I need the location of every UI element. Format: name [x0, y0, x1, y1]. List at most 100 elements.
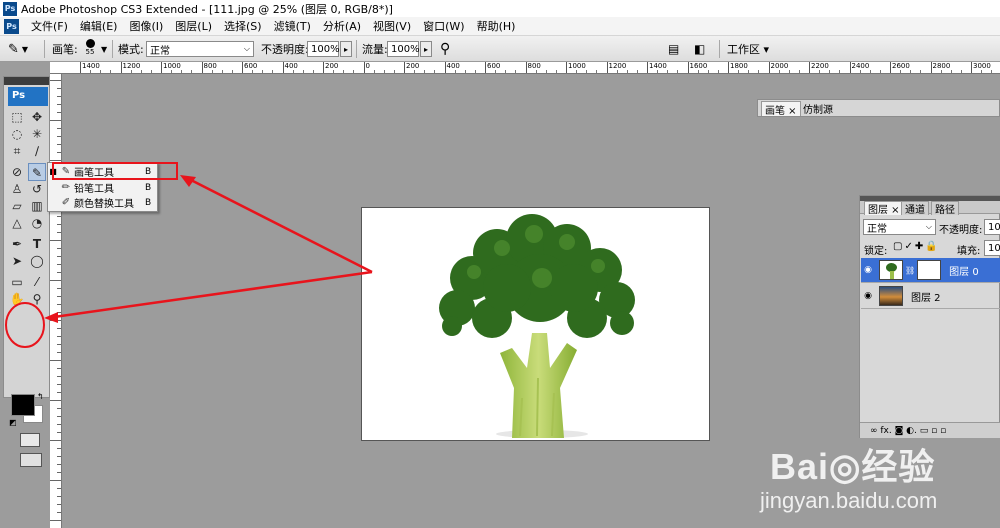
- menu-bar: Ps 文件(F) 编辑(E) 图像(I) 图层(L) 选择(S) 滤镜(T) 分…: [0, 17, 1000, 36]
- history-brush-tool-icon[interactable]: ↺: [28, 180, 46, 198]
- ruler-tick: [809, 62, 810, 73]
- ruler-tick: [930, 62, 932, 73]
- ruler-minor-tick: [191, 70, 193, 73]
- default-colors-icon[interactable]: ◩: [9, 418, 17, 427]
- eye-icon[interactable]: ◉: [861, 291, 875, 301]
- dodge-tool-icon[interactable]: ◔: [28, 214, 46, 232]
- hand-tool-icon[interactable]: ✋: [8, 290, 26, 308]
- menu-filter[interactable]: 滤镜(T): [268, 18, 317, 34]
- flow-arrow-button[interactable]: ▸: [420, 41, 432, 57]
- ruler-tick: [80, 62, 81, 73]
- blend-mode-select[interactable]: 正常 ⌵: [863, 219, 936, 235]
- clone-stamp-tool-icon[interactable]: ♙: [8, 180, 26, 198]
- quick-mask-button[interactable]: [20, 433, 40, 447]
- vertical-ruler: [50, 74, 62, 528]
- brush-picker-arrow-icon[interactable]: ▼: [101, 36, 107, 62]
- ruler-tick: [57, 432, 61, 433]
- toolbox-header[interactable]: [4, 77, 49, 85]
- healing-brush-tool-icon[interactable]: ⊘: [8, 163, 26, 181]
- marquee-tool-icon[interactable]: ⬚: [8, 108, 26, 126]
- layer-row[interactable]: ◉ 图层 2: [861, 284, 1000, 309]
- eraser-tool-icon[interactable]: ▱: [8, 197, 26, 215]
- menu-view[interactable]: 视图(V): [367, 18, 417, 34]
- eyedropper-tool-icon[interactable]: ⁄: [28, 273, 46, 291]
- shape-tool-icon[interactable]: ◯: [28, 252, 46, 270]
- menu-select[interactable]: 选择(S): [218, 18, 268, 34]
- ruler-tick-label: 1200: [608, 62, 627, 70]
- ruler-tick: [57, 136, 61, 137]
- blur-tool-icon[interactable]: △: [8, 214, 26, 232]
- ruler-minor-tick: [940, 70, 942, 73]
- document-canvas[interactable]: [361, 207, 710, 441]
- path-selection-tool-icon[interactable]: ➤: [8, 252, 26, 270]
- separator: [44, 40, 45, 58]
- ruler-minor-tick: [231, 70, 233, 73]
- tab-clone-source[interactable]: 仿制源: [800, 101, 836, 116]
- magic-wand-tool-icon[interactable]: ✳: [28, 125, 46, 143]
- ruler-tick: [57, 464, 61, 465]
- separator: [112, 40, 113, 58]
- tool-preset-picker[interactable]: ✎ ▼: [8, 36, 28, 62]
- tab-channels[interactable]: 通道: [901, 201, 929, 216]
- ruler-minor-tick: [90, 70, 92, 73]
- airbrush-icon[interactable]: ⚲: [440, 36, 450, 62]
- lock-icons[interactable]: ▢✓✚🔒: [893, 241, 940, 252]
- ruler-minor-tick: [292, 70, 294, 73]
- tab-paths[interactable]: 路径: [931, 201, 959, 216]
- layer-mask-thumbnail[interactable]: [917, 260, 942, 280]
- ps-logo[interactable]: Ps: [8, 87, 48, 106]
- window-title: Adobe Photoshop CS3 Extended - [111.jpg …: [21, 2, 393, 16]
- workspace-menu[interactable]: 工作区 ▾: [727, 36, 769, 62]
- type-tool-icon[interactable]: T: [28, 235, 46, 253]
- menu-layer[interactable]: 图层(L): [169, 18, 218, 34]
- flow-input[interactable]: 100%: [387, 41, 420, 57]
- tab-layers[interactable]: 图层 ×: [864, 201, 904, 216]
- ruler-tick: [323, 62, 324, 73]
- brush-tool-icon[interactable]: ✎: [28, 163, 46, 181]
- notes-tool-icon[interactable]: ▭: [8, 273, 26, 291]
- brush-picker[interactable]: 55: [83, 39, 97, 59]
- move-tool-icon[interactable]: ✥: [28, 108, 46, 126]
- brush-tool-icon: ✎: [8, 41, 19, 57]
- screen-mode-button[interactable]: [20, 453, 42, 467]
- app-icon: Ps: [3, 1, 17, 16]
- flyout-color-replacement-tool[interactable]: ✐ 颜色替换工具 B: [48, 195, 157, 210]
- foreground-color-swatch[interactable]: [11, 394, 35, 416]
- fill-input[interactable]: 100: [984, 240, 1000, 256]
- opacity-input[interactable]: 100%: [307, 41, 340, 57]
- slice-tool-icon[interactable]: ∕: [28, 142, 46, 160]
- eye-icon[interactable]: ◉: [861, 265, 875, 275]
- ruler-minor-tick: [252, 70, 254, 73]
- menu-file[interactable]: 文件(F): [25, 18, 74, 34]
- layer-opacity-input[interactable]: 100: [984, 219, 1000, 235]
- gradient-tool-icon[interactable]: ▥: [28, 197, 46, 215]
- swap-colors-icon[interactable]: ↰: [37, 392, 44, 401]
- fill-label: 填充:: [957, 246, 981, 257]
- crop-tool-icon[interactable]: ⌗: [8, 142, 26, 160]
- brush-panel: 画笔 × 仿制源: [757, 99, 1000, 117]
- ruler-tick: [647, 62, 648, 73]
- opacity-label: 不透明度:: [261, 43, 309, 56]
- ruler-tick: [120, 62, 122, 73]
- ruler-tick-label: 2600: [892, 62, 910, 70]
- menu-help[interactable]: 帮助(H): [471, 18, 522, 34]
- ruler-tick-label: 2200: [811, 62, 829, 70]
- ps-menu-icon[interactable]: Ps: [4, 18, 19, 34]
- ruler-tick-label: 800: [527, 62, 541, 70]
- layer-row[interactable]: ◉ ⛓ 图层 0: [861, 258, 1000, 283]
- menu-image[interactable]: 图像(I): [123, 18, 169, 34]
- mode-select[interactable]: 正常 ⌵: [146, 41, 254, 57]
- ruler-minor-tick: [798, 70, 800, 73]
- lasso-tool-icon[interactable]: ◌: [8, 125, 26, 143]
- opacity-arrow-button[interactable]: ▸: [340, 41, 352, 57]
- tab-brush[interactable]: 画笔 ×: [761, 101, 801, 117]
- menu-edit[interactable]: 编辑(E): [74, 18, 124, 34]
- broccoli-image: [439, 214, 635, 438]
- menu-analysis[interactable]: 分析(A): [317, 18, 367, 34]
- flyout-pencil-tool[interactable]: ✏ 铅笔工具 B: [48, 180, 157, 195]
- pen-tool-icon[interactable]: ✒: [8, 235, 26, 253]
- menu-window[interactable]: 窗口(W): [417, 18, 470, 34]
- bridge-icon[interactable]: ◧: [694, 36, 705, 62]
- zoom-tool-icon[interactable]: ⚲: [28, 290, 46, 308]
- palette-well-icon[interactable]: ▤: [668, 36, 679, 62]
